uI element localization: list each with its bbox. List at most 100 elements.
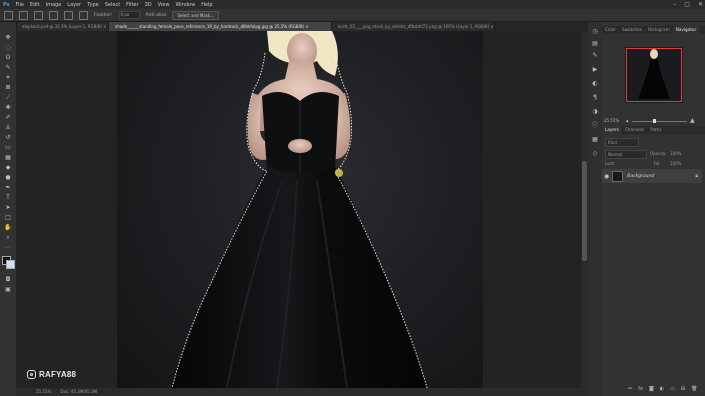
menu-file[interactable]: File (13, 2, 27, 8)
lasso-tool-preset-icon[interactable] (19, 10, 28, 20)
menu-3d[interactable]: 3D (142, 2, 155, 8)
instagram-icon (27, 370, 36, 379)
history-panel-icon[interactable]: ◷ (591, 28, 599, 35)
background-color-swatch[interactable] (6, 260, 15, 269)
pen-tool-icon[interactable]: ✒ (4, 184, 12, 191)
menu-select[interactable]: Select (102, 2, 123, 8)
menu-window[interactable]: Window (172, 2, 198, 8)
move-tool-icon[interactable]: ✥ (4, 34, 12, 41)
delete-layer-icon[interactable]: 🗑︎ (691, 386, 697, 392)
adjustments-panel-icon[interactable]: ◐ (591, 80, 599, 87)
tab-navigator[interactable]: Navigator (672, 26, 700, 34)
subtract-selection-icon[interactable] (64, 10, 73, 20)
crop-tool-icon[interactable]: ⌗ (4, 74, 12, 81)
tab-layers[interactable]: Layers (602, 126, 622, 134)
intersect-selection-icon[interactable] (79, 10, 88, 20)
quick-mask-icon[interactable]: ◘ (4, 276, 12, 283)
layer-style-icon[interactable]: fx (638, 386, 643, 392)
zoom-tool-icon[interactable]: ⌕ (4, 234, 12, 241)
maximize-icon[interactable]: ▢ (684, 1, 690, 8)
layer-row-background[interactable]: ◉ Background 🔒︎ (602, 169, 702, 183)
tab-shade-standing-female[interactable]: shade______standing_female_pose_referenc… (109, 22, 332, 31)
blend-mode-select[interactable]: Normal (605, 150, 647, 159)
tab-swatches[interactable]: Swatches (619, 26, 645, 34)
tab-histogram[interactable]: Histogram (645, 26, 673, 34)
styles-panel-icon[interactable]: ◑ (591, 108, 599, 115)
paragraph-panel-icon[interactable]: ¶ (591, 94, 599, 101)
fill-label: Fill: (654, 161, 661, 166)
fill-value[interactable]: 100% (670, 161, 681, 166)
adjustment-layer-icon[interactable]: ◐ (660, 386, 664, 392)
navigator-view-box[interactable] (626, 48, 682, 102)
clone-stamp-icon[interactable]: ♙ (4, 124, 12, 131)
gradient-tool-icon[interactable]: ▦ (4, 154, 12, 161)
zoom-level[interactable]: 25.51% (36, 389, 51, 394)
menu-help[interactable]: Help (198, 2, 215, 8)
marquee-tool-icon[interactable]: ◌ (4, 44, 12, 51)
rectangle-tool-icon[interactable]: □ (4, 214, 12, 221)
healing-brush-icon[interactable]: ✚ (4, 104, 12, 111)
opacity-value[interactable]: 100% (670, 151, 681, 156)
info-panel-icon[interactable]: ⓘ (591, 122, 599, 129)
menu-image[interactable]: Image (43, 2, 65, 8)
visibility-eye-icon[interactable]: ◉ (604, 173, 609, 180)
properties-panel-icon[interactable]: ▤ (591, 40, 599, 47)
feather-input[interactable]: 0 px (118, 11, 140, 19)
lasso-tool-icon[interactable]: ʘ (4, 54, 12, 61)
type-tool-icon[interactable]: T (4, 194, 12, 201)
hand-tool-icon[interactable]: ✋ (4, 224, 12, 231)
blur-tool-icon[interactable]: ◆ (4, 164, 12, 171)
add-mask-icon[interactable]: ◙ (649, 386, 654, 392)
panel-icon-strip: ◷ ▤ ✎ ▶ ◐ ¶ ◑ ⓘ ▦ ◇ (588, 22, 603, 396)
menu-edit[interactable]: Edit (27, 2, 43, 8)
tab-elephant[interactable]: elephant.psd @ 33.3% (Layer 1, RGB/8) × (16, 22, 109, 31)
canvas-area[interactable] (16, 31, 582, 388)
eyedropper-tool-icon[interactable]: ⟋ (4, 94, 12, 101)
ps-logo-icon[interactable]: Ps (0, 2, 13, 8)
menu-view[interactable]: View (155, 2, 173, 8)
zoom-out-icon[interactable]: ▴ (626, 118, 629, 124)
document-image[interactable] (117, 31, 483, 388)
tab-color[interactable]: Color (602, 26, 619, 34)
tab-channels[interactable]: Channels (622, 126, 647, 134)
antialias-checkbox[interactable]: Anti-alias (146, 13, 167, 18)
tab-birds[interactable]: birds_02____png_stock_by_wikstic_dfbsbfd… (332, 22, 495, 31)
libraries-panel-icon[interactable]: ▦ (591, 136, 599, 143)
layer-filter-kind[interactable]: Kind (605, 138, 639, 147)
tab-paths[interactable]: Paths (647, 126, 664, 134)
watermark: RAFYA88 (27, 370, 76, 379)
vertical-scrollbar[interactable] (581, 31, 588, 388)
actions-panel-icon[interactable]: ▶ (591, 66, 599, 73)
more-tools-icon[interactable]: ⋯ (4, 244, 12, 251)
menu-type[interactable]: Type (84, 2, 101, 8)
brush-settings-icon[interactable]: ✎ (591, 52, 599, 59)
menu-layer[interactable]: Layer (64, 2, 84, 8)
menu-filter[interactable]: Filter (123, 2, 141, 8)
new-selection-icon[interactable] (34, 10, 43, 20)
brush-tool-icon[interactable]: ✐ (4, 114, 12, 121)
frame-tool-icon[interactable]: ⊠ (4, 84, 12, 91)
navigator-panel-tabs: Color Swatches Histogram Navigator (602, 26, 705, 34)
zoom-slider-handle[interactable] (653, 119, 656, 123)
add-selection-icon[interactable] (49, 10, 58, 20)
link-layers-icon[interactable]: ⚯ (628, 386, 632, 392)
layer-name[interactable]: Background (627, 174, 654, 179)
new-group-icon[interactable]: ▭ (670, 386, 675, 392)
select-and-mask-button[interactable]: Select and Mask... (172, 10, 220, 20)
path-select-icon[interactable]: ➤ (4, 204, 12, 211)
zoom-in-icon[interactable]: ▲ (690, 117, 695, 124)
doc-size-info[interactable]: Doc: 45.3M/45.3M (61, 389, 97, 394)
dodge-tool-icon[interactable]: ● (4, 174, 12, 181)
home-icon[interactable] (4, 10, 13, 20)
new-layer-icon[interactable]: ⊞ (681, 386, 685, 392)
close-icon[interactable]: ✕ (698, 1, 703, 8)
navigator-zoom-slider[interactable] (632, 121, 687, 122)
eraser-tool-icon[interactable]: ▭ (4, 144, 12, 151)
3d-panel-icon[interactable]: ◇ (591, 150, 599, 157)
quick-select-tool-icon[interactable]: ✎ (4, 64, 12, 71)
history-brush-icon[interactable]: ↺ (4, 134, 12, 141)
minimize-icon[interactable]: – (673, 1, 676, 8)
scrollbar-thumb[interactable] (582, 161, 587, 261)
screen-mode-icon[interactable]: ▣ (4, 286, 12, 293)
navigator-zoom-value[interactable]: 25.51% (604, 118, 619, 123)
